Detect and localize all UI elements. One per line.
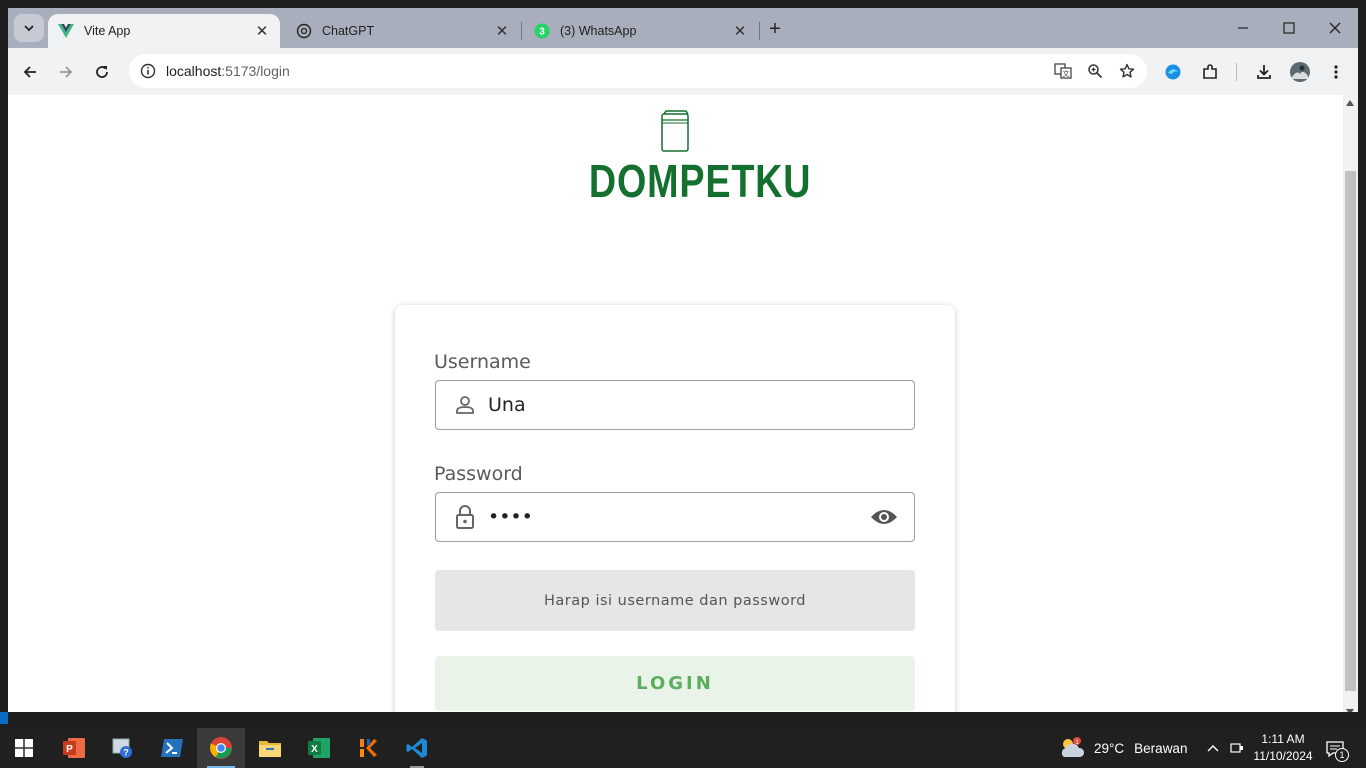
wallet-icon (661, 110, 689, 152)
extensions-icon[interactable] (1197, 59, 1223, 85)
chatgpt-icon (296, 23, 312, 39)
whatsapp-badge: 3 (539, 27, 545, 38)
browser-toolbar: localhost:5173/login 文 (8, 48, 1358, 95)
password-label: Password (434, 463, 523, 485)
background-window-strip (0, 712, 1366, 724)
bookmark-star-icon[interactable] (1111, 58, 1143, 84)
tab-chatgpt[interactable]: ChatGPT ✕ (286, 14, 520, 48)
tab-title: (3) WhatsApp (560, 24, 637, 38)
close-window-icon[interactable] (1312, 14, 1358, 42)
close-tab-icon[interactable]: ✕ (732, 23, 748, 40)
zoom-icon[interactable] (1079, 58, 1111, 84)
close-tab-icon[interactable]: ✕ (254, 23, 270, 40)
page-viewport: DOMPETKU Username Password Harap isi (8, 95, 1343, 720)
lock-icon (453, 505, 477, 529)
brand-logo: DOMPETKU (570, 109, 812, 207)
user-icon (453, 393, 477, 417)
powerpoint-icon[interactable]: P (50, 728, 98, 768)
vue-icon (58, 23, 74, 39)
scrollbar-thumb[interactable] (1345, 171, 1356, 691)
browser-window: Vite App ✕ ChatGPT ✕ 3 (3) WhatsApp ✕ + (8, 8, 1358, 720)
login-card: Username Password Harap isi username dan… (395, 305, 955, 720)
help-viewer-icon[interactable]: ? (99, 728, 147, 768)
svg-text:P: P (66, 744, 73, 755)
site-info-icon[interactable] (139, 62, 157, 80)
notification-count: 1 (1335, 748, 1349, 762)
clock-date: 11/10/2024 (1253, 749, 1313, 763)
eye-icon[interactable] (870, 505, 898, 529)
start-icon[interactable] (0, 728, 48, 768)
tab-title: Vite App (84, 24, 131, 38)
svg-text:?: ? (123, 748, 129, 758)
chevron-down-icon (24, 25, 34, 32)
reload-icon[interactable] (89, 59, 115, 85)
new-tab-icon[interactable]: + (764, 18, 786, 40)
network-icon[interactable] (1226, 728, 1248, 768)
profile-avatar[interactable] (1287, 59, 1313, 85)
weather-widget[interactable]: 1 29°C Berawan (1058, 736, 1187, 760)
close-tab-icon[interactable]: ✕ (494, 23, 510, 40)
menu-kebab-icon[interactable] (1323, 59, 1349, 85)
minimize-icon[interactable] (1220, 14, 1266, 42)
url-text: localhost:5173/login (166, 63, 290, 79)
svg-text:文: 文 (1063, 69, 1070, 78)
validation-alert: Harap isi username dan password (435, 570, 915, 631)
forward-icon[interactable] (53, 59, 79, 85)
clock-time: 1:11 AM (1261, 732, 1305, 746)
tab-whatsapp[interactable]: 3 (3) WhatsApp ✕ (524, 14, 758, 48)
background-window-accent (0, 712, 8, 724)
username-field[interactable] (435, 380, 915, 430)
scroll-up-icon[interactable] (1346, 100, 1354, 106)
username-input[interactable] (488, 394, 848, 416)
taskbar: P ? X 1 29°C Berawan 1:11 AM 11/10/2024 … (0, 728, 1366, 768)
tab-title: ChatGPT (322, 24, 375, 38)
edge-extension-icon[interactable] (1160, 59, 1186, 85)
weather-condition: Berawan (1134, 740, 1188, 756)
back-icon[interactable] (17, 59, 43, 85)
tab-search-button[interactable] (14, 14, 44, 42)
chevron-up-icon[interactable] (1202, 728, 1224, 768)
tab-separator (759, 22, 760, 40)
cloudy-weather-icon: 1 (1061, 737, 1085, 757)
tab-strip: Vite App ✕ ChatGPT ✕ 3 (3) WhatsApp ✕ + (8, 8, 1358, 48)
powershell-icon[interactable] (148, 728, 196, 768)
login-button[interactable]: LOGIN (435, 656, 915, 711)
url-path: :5173/login (221, 63, 290, 79)
toolbar-separator (1236, 63, 1237, 81)
xampp-icon[interactable] (344, 728, 392, 768)
notification-icon[interactable]: 1 (1320, 736, 1350, 762)
excel-icon[interactable]: X (295, 728, 343, 768)
brand-name: DOMPETKU (588, 155, 812, 207)
url-host: localhost (166, 63, 222, 79)
chrome-taskbar-icon[interactable] (197, 728, 245, 768)
downloads-icon[interactable] (1251, 59, 1277, 85)
page-scrollbar[interactable] (1343, 95, 1358, 720)
file-explorer-icon[interactable] (246, 728, 294, 768)
translate-icon[interactable]: 文 (1047, 58, 1079, 84)
tab-vite-app[interactable]: Vite App ✕ (48, 14, 280, 48)
weather-temperature: 29°C (1094, 740, 1125, 756)
tab-separator (521, 22, 522, 40)
system-clock[interactable]: 1:11 AM 11/10/2024 (1248, 731, 1318, 765)
svg-text:X: X (311, 744, 318, 755)
username-label: Username (434, 351, 531, 373)
password-input[interactable] (488, 506, 848, 528)
vscode-icon[interactable] (393, 728, 441, 768)
whatsapp-icon: 3 (534, 23, 550, 39)
address-bar[interactable]: localhost:5173/login 文 (129, 54, 1147, 88)
maximize-icon[interactable] (1266, 14, 1312, 42)
password-field[interactable] (435, 492, 915, 542)
